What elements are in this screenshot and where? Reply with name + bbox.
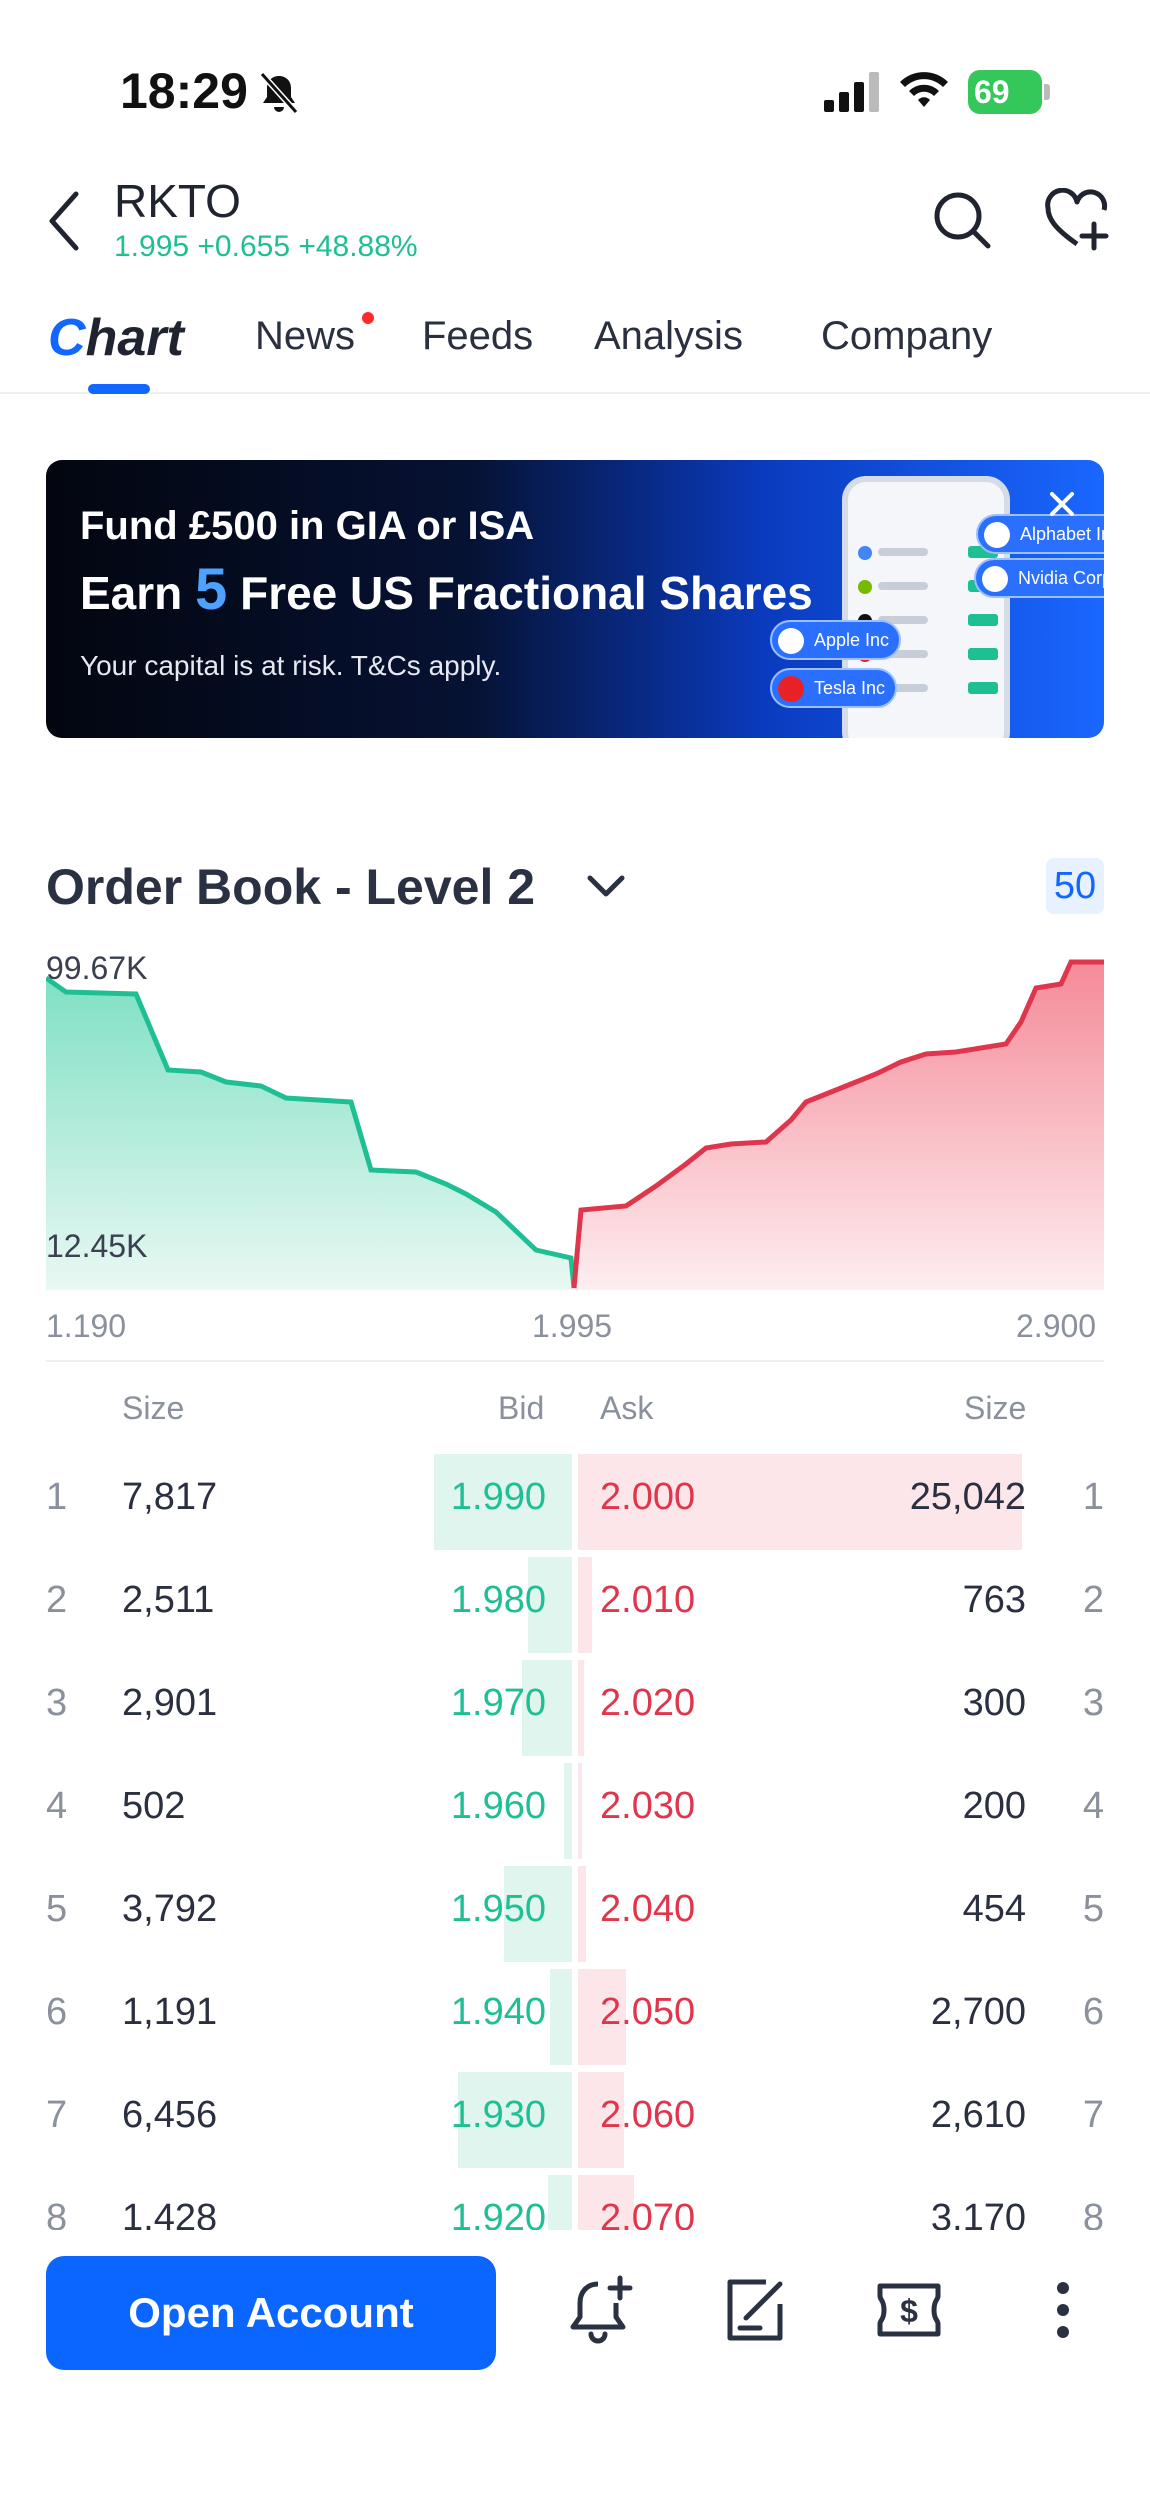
ask-size-header: Size — [964, 1390, 1027, 1426]
banner-headline: Fund £500 in GIA or ISA — [80, 504, 535, 548]
price-axis-mid: 1.995 — [532, 1308, 613, 1344]
depth-y-max-label: 99.67K — [46, 950, 148, 986]
tab-company[interactable]: Company — [821, 314, 992, 359]
bid-size-header: Size — [122, 1390, 185, 1426]
depth-y-min-label: 12.45K — [46, 1228, 148, 1264]
back-arrow-icon[interactable] — [40, 186, 90, 256]
banner-offer: Earn 5 Free US Fractional Shares — [80, 557, 813, 622]
bell-muted-icon — [259, 71, 299, 115]
svg-text:$: $ — [900, 2293, 918, 2329]
chevron-down-icon[interactable] — [584, 872, 628, 902]
status-time: 18:29 — [120, 63, 248, 119]
table-row[interactable]: 6 1,191 1.940 2.050 2,700 6 — [0, 1967, 1150, 2070]
bid-header: Bid — [498, 1390, 545, 1426]
ask-header: Ask — [600, 1390, 654, 1426]
chip-nvidia: Nvidia Corporation — [974, 558, 1104, 598]
close-icon[interactable] — [1038, 480, 1086, 528]
order-table-header: Size Bid Ask Size — [0, 1390, 1150, 1440]
stock-quote: 1.995 +0.655 +48.88% — [114, 230, 418, 263]
stock-header: RKTO 1.995 +0.655 +48.88% — [0, 160, 1150, 280]
stock-symbol: RKTO — [114, 175, 241, 227]
table-row[interactable]: 5 3,792 1.950 2.040 454 5 — [0, 1864, 1150, 1967]
more-options-icon[interactable] — [1028, 2272, 1098, 2348]
status-bar: 18:29 69 — [0, 0, 1150, 150]
add-to-watchlist-icon[interactable] — [1044, 188, 1110, 252]
depth-selector[interactable]: 50 — [1046, 858, 1104, 914]
table-row[interactable]: 4 502 1.960 2.030 200 4 — [0, 1761, 1150, 1864]
active-tab-indicator — [88, 384, 150, 394]
price-axis-left: 1.190 — [46, 1308, 127, 1344]
wifi-icon — [900, 72, 948, 107]
tab-news[interactable]: News — [255, 314, 355, 359]
battery-level: 69 — [974, 74, 1010, 110]
cellular-signal-icon — [824, 72, 879, 112]
news-notification-dot — [362, 312, 374, 324]
bottom-action-bar: Open Account $ — [0, 2230, 1150, 2500]
table-row[interactable]: 2 2,511 1.980 2.010 763 2 — [0, 1555, 1150, 1658]
chip-tesla: Tesla Inc — [770, 668, 898, 708]
banner-disclaimer: Your capital is at risk. T&Cs apply. — [80, 650, 502, 681]
open-account-button[interactable]: Open Account — [46, 2256, 496, 2370]
tab-chart[interactable]: Chart — [48, 308, 184, 368]
order-book-title[interactable]: Order Book - Level 2 — [46, 858, 535, 916]
depth-chart — [46, 959, 1104, 1290]
table-row[interactable]: 3 2,901 1.970 2.020 300 3 — [0, 1658, 1150, 1761]
promo-banner[interactable]: Fund £500 in GIA or ISA Earn 5 Free US F… — [46, 460, 1104, 738]
price-axis-right: 2.900 — [1016, 1308, 1097, 1344]
table-row[interactable]: 8 1,428 1.920 2.070 3,170 8 — [0, 2173, 1150, 2230]
order-table-body: 1 7,817 1.990 2.000 25,042 1 2 2,511 1.9… — [0, 1452, 1150, 2230]
chip-apple: Apple Inc — [770, 620, 902, 660]
tab-feeds[interactable]: Feeds — [422, 314, 533, 359]
tab-analysis[interactable]: Analysis — [594, 314, 743, 359]
search-icon[interactable] — [930, 188, 994, 252]
table-row[interactable]: 7 6,456 1.930 2.060 2,610 7 — [0, 2070, 1150, 2173]
trade-cash-icon[interactable]: $ — [874, 2272, 944, 2348]
axis-divider — [46, 1360, 1104, 1362]
edit-note-icon[interactable] — [720, 2272, 790, 2348]
add-alert-bell-icon[interactable] — [566, 2272, 636, 2348]
battery-icon: 69 — [968, 70, 1050, 114]
tab-bar: Chart News Feeds Analysis Company — [0, 300, 1150, 394]
table-row[interactable]: 1 7,817 1.990 2.000 25,042 1 — [0, 1452, 1150, 1555]
